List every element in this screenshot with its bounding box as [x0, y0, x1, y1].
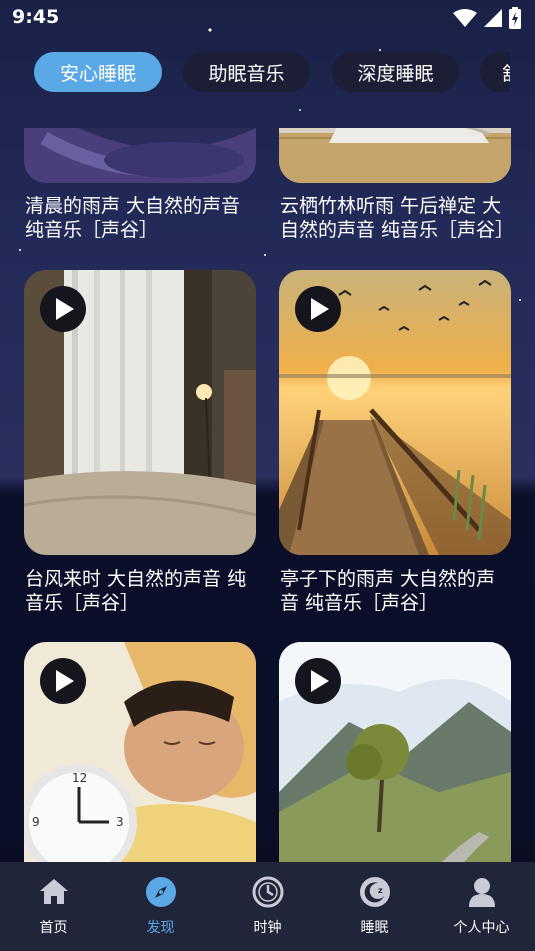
moon-icon: z — [360, 877, 390, 907]
person-icon — [469, 878, 495, 907]
content-grid: 清晨的雨声 大自然的声音 纯音乐［声谷］ 云栖竹林听雨 午后禅定 大自然的声音 … — [0, 128, 535, 862]
card-title: 清晨的雨声 大自然的声音 纯音乐［声谷］ — [25, 195, 241, 241]
tab-deep-sleep[interactable]: 深度睡眠 — [332, 52, 459, 92]
nav-clock[interactable]: 时钟 — [214, 862, 321, 951]
nav-label: 睡眠 — [360, 920, 389, 936]
sound-card[interactable]: 亭子下的雨声 大自然的声音 纯音乐［声谷］ — [279, 270, 511, 620]
tab-safe-sleep[interactable]: 安心睡眠 — [34, 52, 162, 92]
signal-icon — [484, 9, 502, 27]
play-icon — [56, 298, 74, 320]
tab-sleep-music[interactable]: 助眠音乐 — [183, 52, 310, 92]
play-button[interactable] — [295, 286, 341, 332]
play-icon — [311, 298, 329, 320]
card-title: 亭子下的雨声 大自然的声音 纯音乐［声谷］ — [280, 568, 496, 614]
play-button[interactable] — [295, 658, 341, 704]
card-thumbnail — [24, 270, 256, 555]
card-thumbnail — [279, 642, 511, 862]
compass-icon — [146, 877, 176, 907]
nav-profile[interactable]: 个人中心 — [428, 862, 535, 951]
clock-icon — [252, 876, 284, 908]
card-thumbnail — [279, 128, 511, 183]
nav-discover[interactable]: 发现 — [107, 862, 214, 951]
card-title: 台风来时 大自然的声音 纯音乐［声谷］ — [25, 568, 247, 614]
nav-sleep[interactable]: z 睡眠 — [321, 862, 428, 951]
play-icon — [56, 670, 74, 692]
home-icon — [40, 879, 68, 904]
sound-card[interactable]: 12 3 9 — [24, 642, 256, 862]
play-button[interactable] — [40, 286, 86, 332]
sound-card[interactable]: 云栖竹林听雨 午后禅定 大自然的声音 纯音乐［声谷］ — [279, 128, 512, 248]
svg-text:3: 3 — [116, 815, 124, 829]
svg-text:12: 12 — [72, 771, 87, 785]
tab-relax[interactable]: 舒 — [480, 52, 510, 92]
sound-card[interactable]: 清晨的雨声 大自然的声音 纯音乐［声谷］ — [24, 128, 256, 248]
sound-card[interactable] — [279, 642, 511, 862]
svg-text:9: 9 — [32, 815, 40, 829]
battery-icon — [509, 7, 521, 29]
bottom-navigation: 首页 发现 时钟 z 睡眠 个人中心 — [0, 862, 535, 951]
nav-label: 首页 — [39, 920, 68, 936]
nav-label: 发现 — [146, 920, 175, 936]
card-thumbnail — [24, 128, 256, 183]
nav-label: 个人中心 — [453, 920, 510, 936]
card-thumbnail — [279, 270, 511, 555]
status-bar: 9:45 — [0, 0, 535, 36]
svg-text:z: z — [378, 886, 383, 895]
sound-card[interactable]: 台风来时 大自然的声音 纯音乐［声谷］ — [24, 270, 256, 620]
wifi-icon — [453, 9, 477, 27]
nav-label: 时钟 — [253, 920, 282, 936]
status-time: 9:45 — [12, 6, 60, 28]
play-icon — [311, 670, 329, 692]
card-thumbnail: 12 3 9 — [24, 642, 256, 862]
nav-home[interactable]: 首页 — [0, 862, 107, 951]
card-title: 云栖竹林听雨 午后禅定 大自然的声音 纯音乐［声谷］ — [280, 195, 512, 241]
play-button[interactable] — [40, 658, 86, 704]
category-tabs: 安心睡眠 助眠音乐 深度睡眠 舒 — [0, 52, 510, 94]
